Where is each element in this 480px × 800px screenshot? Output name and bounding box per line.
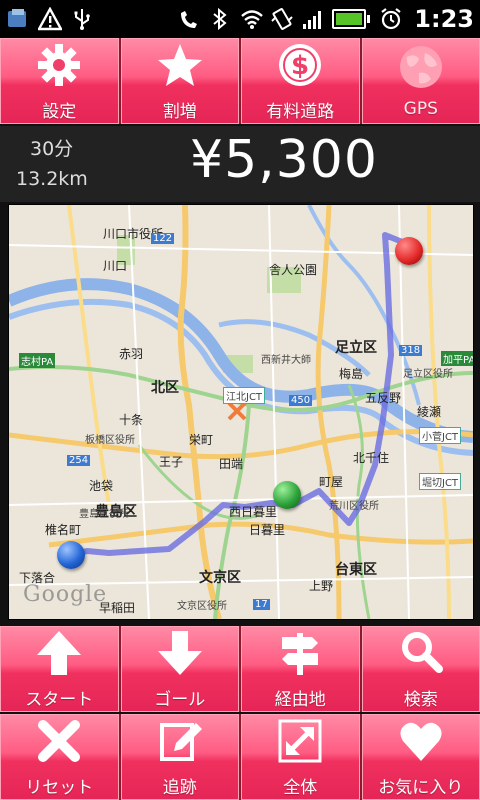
signal-icon xyxy=(301,7,325,31)
map-label: 十条 xyxy=(119,413,144,427)
map-label: 足立区役所 xyxy=(403,369,453,380)
pencil-icon xyxy=(156,717,204,769)
fare-price: ¥5,300 xyxy=(190,130,378,190)
search-button[interactable]: 検索 xyxy=(361,626,480,712)
map-label: 荒川区役所 xyxy=(329,501,379,512)
favorites-button[interactable]: お気に入り xyxy=(361,714,480,800)
settings-label: 設定 xyxy=(42,101,77,122)
battery-icon xyxy=(332,9,371,29)
map-label: 加平PA xyxy=(441,351,473,366)
clock: 1:23 xyxy=(414,5,474,33)
alarm-icon xyxy=(379,7,403,31)
toll-road-label: 有料道路 xyxy=(266,101,335,122)
waypoint-pin[interactable] xyxy=(273,481,301,509)
route-shield: 450 xyxy=(289,395,313,406)
missed-call-icon xyxy=(177,7,201,31)
map-label: 北千住 xyxy=(353,451,390,465)
signpost-icon xyxy=(276,629,324,681)
bluetooth-icon xyxy=(208,7,232,31)
fare-panel: 30分 13.2km ¥5,300 xyxy=(0,126,480,202)
overview-label: 全体 xyxy=(283,777,318,798)
map-label: 板橋区役所 xyxy=(85,435,135,446)
route-shield: 122 xyxy=(151,233,175,244)
start-pin[interactable] xyxy=(57,541,85,569)
wifi-icon xyxy=(239,7,264,31)
route-map[interactable]: 川口市役所 川口 舎人公園 赤羽 北区 足立区 豊島区 文京区 台東区 池袋 西… xyxy=(8,204,474,620)
map-label: 梅島 xyxy=(339,367,364,381)
map-label: 田端 xyxy=(219,457,244,471)
map-label: 日暮里 xyxy=(249,523,286,537)
waypoint-button[interactable]: 経由地 xyxy=(241,626,360,712)
map-label: 王子 xyxy=(159,455,184,469)
map-label: 志村PA xyxy=(19,353,56,368)
map-label: 西日暮里 xyxy=(229,505,278,519)
gear-icon xyxy=(35,41,83,93)
search-icon xyxy=(397,629,445,681)
bottom-toolbar-1: スタート ゴール 経由地 検索 xyxy=(0,626,480,712)
goal-button[interactable]: ゴール xyxy=(120,626,239,712)
surcharge-label: 割増 xyxy=(162,101,197,122)
route-shield: 318 xyxy=(399,345,423,356)
map-label: 台東区 xyxy=(335,562,377,578)
app-icon xyxy=(6,7,30,31)
track-label: 追跡 xyxy=(162,777,197,798)
status-bar: 1:23 xyxy=(0,0,480,38)
map-label: 椎名町 xyxy=(45,523,82,537)
usb-icon xyxy=(70,7,94,31)
duration-text: 30分 xyxy=(30,138,74,160)
surcharge-button[interactable]: 割増 xyxy=(120,38,239,124)
goal-pin[interactable] xyxy=(395,237,423,265)
arrow-up-icon xyxy=(35,629,83,681)
reset-label: リセット xyxy=(25,777,94,798)
map-label: 堀切JCT xyxy=(419,473,462,490)
map-label: 北区 xyxy=(151,380,179,396)
map-label: 小菅JCT xyxy=(419,427,462,444)
svg-text:$: $ xyxy=(291,51,309,81)
map-label: 町屋 xyxy=(319,475,344,489)
gps-button[interactable]: GPS xyxy=(361,38,480,124)
map-label: 上野 xyxy=(309,579,334,593)
waypoint-label: 経由地 xyxy=(274,689,326,710)
route-shield: 254 xyxy=(67,455,91,466)
gps-label: GPS xyxy=(403,99,438,119)
map-label: 綾瀬 xyxy=(417,405,442,419)
map-label: 川口 xyxy=(103,259,128,273)
settings-button[interactable]: 設定 xyxy=(0,38,119,124)
star-icon xyxy=(156,41,204,93)
map-label: 江北JCT xyxy=(223,387,266,404)
top-toolbar: 設定 割増 $ 有料道路 GPS xyxy=(0,38,480,124)
globe-icon xyxy=(397,43,445,95)
map-label: 足立区 xyxy=(335,340,377,356)
toll-road-button[interactable]: $ 有料道路 xyxy=(241,38,360,124)
dollar-icon: $ xyxy=(276,41,324,93)
close-icon xyxy=(35,717,83,769)
overview-button[interactable]: 全体 xyxy=(241,714,360,800)
search-label: 検索 xyxy=(403,689,438,710)
map-label: 文京区 xyxy=(199,570,241,586)
route-shield: 17 xyxy=(253,599,270,610)
start-label: スタート xyxy=(25,689,94,710)
expand-icon xyxy=(276,717,324,769)
goal-label: ゴール xyxy=(154,689,206,710)
start-button[interactable]: スタート xyxy=(0,626,119,712)
warning-icon xyxy=(36,6,64,31)
map-label: 栄町 xyxy=(189,433,214,447)
track-button[interactable]: 追跡 xyxy=(120,714,239,800)
arrow-down-icon xyxy=(156,629,204,681)
map-label: 豊島区役所 xyxy=(79,509,129,520)
vibrate-icon xyxy=(270,7,294,31)
map-label: 西新井大師 xyxy=(261,355,311,366)
map-label: 池袋 xyxy=(89,479,114,493)
google-logo: Google xyxy=(23,582,108,607)
map-label: 五反野 xyxy=(365,391,402,405)
map-label: 舎人公園 xyxy=(269,263,318,277)
map-label: 赤羽 xyxy=(119,347,144,361)
favorites-label: お気に入り xyxy=(378,777,464,798)
heart-icon xyxy=(397,717,445,769)
bottom-toolbar-2: リセット 追跡 全体 お気に入り xyxy=(0,714,480,800)
reset-button[interactable]: リセット xyxy=(0,714,119,800)
distance-text: 13.2km xyxy=(16,168,88,190)
map-label: 文京区役所 xyxy=(177,601,227,612)
